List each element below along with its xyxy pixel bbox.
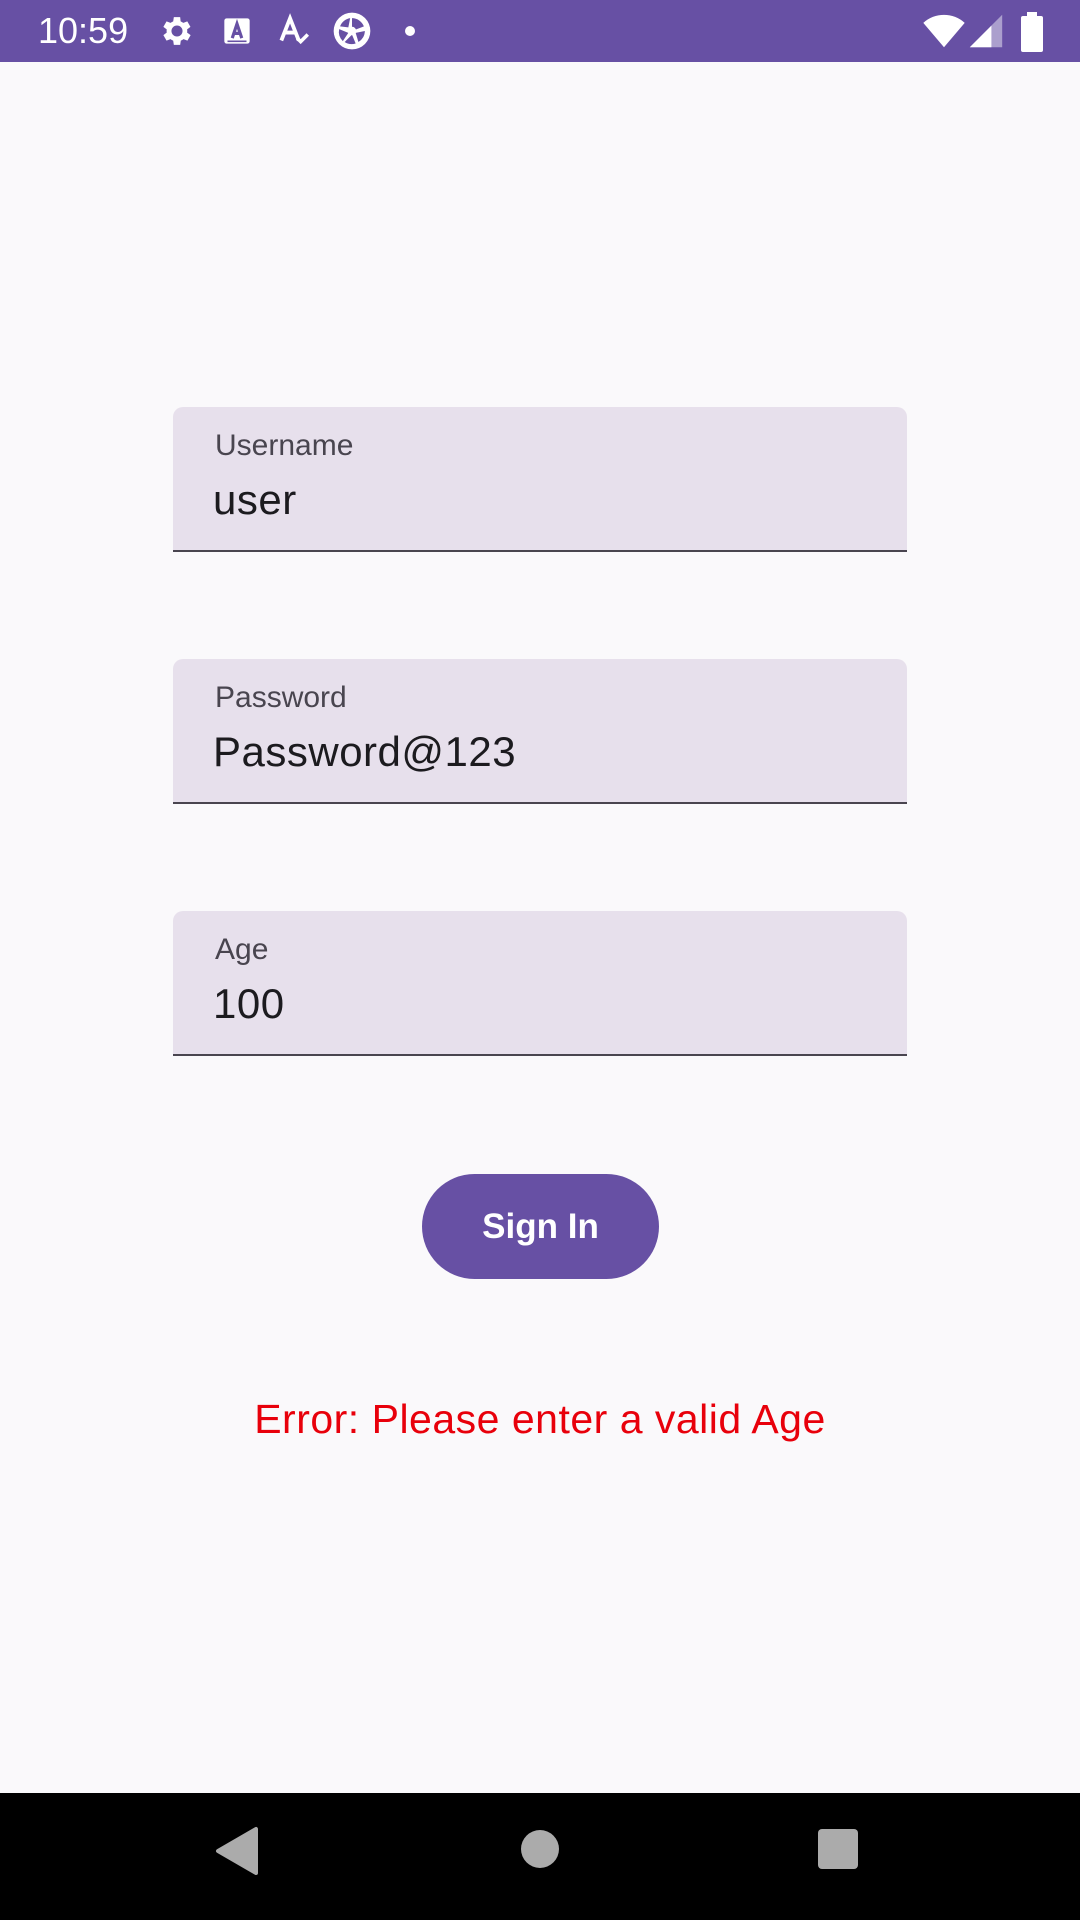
settings-icon bbox=[163, 17, 191, 45]
password-input[interactable] bbox=[213, 725, 863, 779]
dot-icon bbox=[405, 26, 415, 36]
password-field[interactable]: Password bbox=[173, 659, 907, 804]
sign-in-button[interactable]: Sign In bbox=[422, 1174, 659, 1279]
password-label: Password bbox=[215, 681, 347, 714]
wifi-icon bbox=[923, 14, 965, 48]
age-label: Age bbox=[215, 933, 269, 966]
status-time: 10:59 bbox=[38, 10, 129, 51]
status-bar: 10:59 bbox=[0, 0, 1080, 62]
signal-icon bbox=[969, 14, 1003, 48]
username-label: Username bbox=[215, 429, 354, 462]
age-input[interactable] bbox=[213, 977, 863, 1031]
username-input[interactable] bbox=[213, 473, 863, 527]
recents-icon[interactable] bbox=[817, 1828, 859, 1870]
username-field[interactable]: Username bbox=[173, 407, 907, 552]
age-field[interactable]: Age bbox=[173, 911, 907, 1056]
back-icon[interactable] bbox=[214, 1825, 260, 1877]
battery-icon bbox=[1021, 12, 1043, 52]
home-icon[interactable] bbox=[519, 1828, 561, 1870]
a-check-icon bbox=[279, 13, 310, 45]
navigation-bar bbox=[0, 1793, 1080, 1920]
error-message: Error: Please enter a valid Age bbox=[254, 1396, 826, 1442]
a-box-icon bbox=[224, 18, 250, 44]
aperture-icon bbox=[333, 12, 371, 50]
